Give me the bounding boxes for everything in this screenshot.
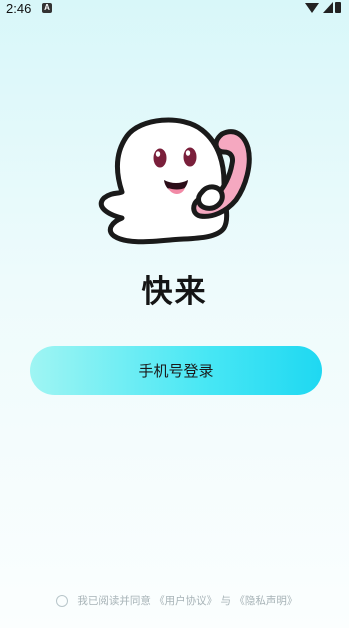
ghost-mascot-logo	[98, 117, 252, 245]
agreement-row: 我已阅读并同意 《用户协议》 与 《隐私声明》	[56, 593, 297, 611]
ghost-body	[98, 117, 230, 245]
phone-login-button[interactable]: 手机号登录	[30, 346, 322, 395]
status-bar: 2:46 A	[0, 0, 349, 22]
ghost-right-eye	[183, 147, 197, 167]
user-agreement-link[interactable]: 《用户协议》	[154, 595, 217, 607]
status-time: 2:46	[6, 1, 32, 16]
ghost-hand	[196, 184, 225, 211]
app-name: 快来	[141, 274, 208, 310]
agreement-radio[interactable]	[56, 594, 68, 607]
signal-icon	[323, 2, 333, 13]
notification-a-icon: A	[42, 3, 52, 13]
agreement-joiner: 与	[220, 595, 232, 607]
wifi-icon	[305, 3, 319, 13]
battery-icon	[335, 2, 341, 13]
agreement-prefix: 我已阅读并同意	[77, 595, 151, 607]
privacy-policy-link[interactable]: 《隐私声明》	[234, 595, 297, 607]
ghost-left-eye	[153, 148, 167, 168]
